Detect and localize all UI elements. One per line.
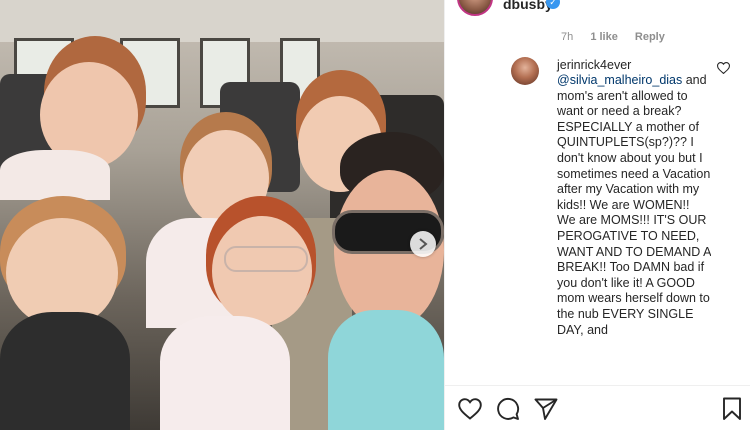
comment-mention-link[interactable]: @silvia_malheiro_dias xyxy=(557,73,682,87)
bookmark-icon xyxy=(723,397,741,420)
comment-time: 7h xyxy=(561,31,574,43)
post-photo xyxy=(0,0,444,430)
comment-button[interactable] xyxy=(495,396,521,422)
post-author-avatar[interactable] xyxy=(457,0,493,16)
commenter-avatar[interactable] xyxy=(511,57,539,85)
comment-text: and mom's aren't allowed to want or need… xyxy=(557,73,711,337)
previous-comment-meta: 7h 1 like Reply xyxy=(561,31,679,43)
comment-like-button[interactable] xyxy=(716,62,731,77)
post-actions-bar xyxy=(445,386,750,430)
like-button[interactable] xyxy=(457,396,483,422)
commenter-username[interactable]: jerinrick4ever xyxy=(557,58,631,72)
comment-icon xyxy=(497,398,520,420)
mother-shirt xyxy=(328,310,444,430)
child-top xyxy=(0,150,110,200)
post-header: dbusby ✓ xyxy=(445,0,750,16)
child-top xyxy=(0,312,130,430)
post-side-panel: dbusby ✓ 7h 1 like Reply jerinrick4ever … xyxy=(444,0,750,430)
comment-likes[interactable]: 1 like xyxy=(590,31,618,43)
save-button[interactable] xyxy=(719,396,745,422)
chevron-right-icon xyxy=(419,238,428,250)
child-top xyxy=(160,316,290,430)
next-photo-button[interactable] xyxy=(410,231,436,257)
heart-icon xyxy=(716,62,731,75)
car-roof xyxy=(0,0,444,42)
send-icon xyxy=(534,398,558,420)
heart-icon xyxy=(458,398,482,420)
verified-badge-icon: ✓ xyxy=(546,0,560,9)
comment-body: @silvia_malheiro_dias and mom's aren't a… xyxy=(557,73,711,430)
share-button[interactable] xyxy=(533,396,559,422)
eyeglasses xyxy=(224,246,308,272)
reply-button[interactable]: Reply xyxy=(635,31,665,43)
